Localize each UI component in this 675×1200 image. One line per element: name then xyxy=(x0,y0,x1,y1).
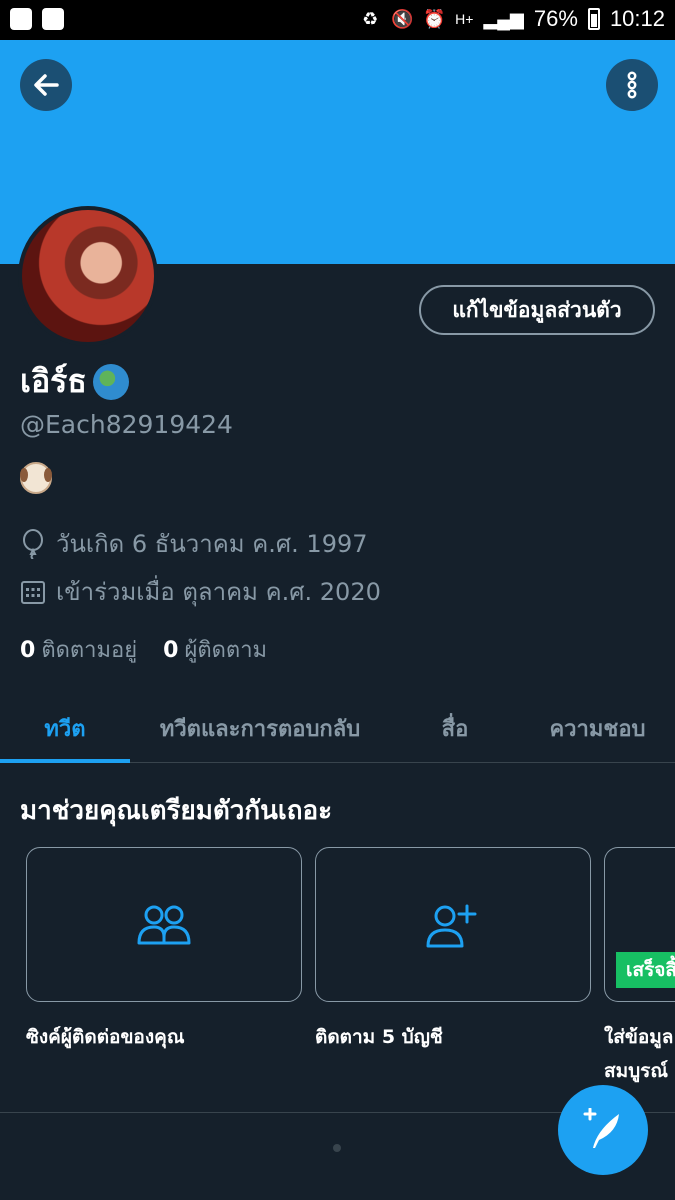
birthday-row: วันเกิด 6 ธันวาคม ค.ศ. 1997 xyxy=(20,524,368,563)
edit-profile-button[interactable]: แก้ไขข้อมูลส่วนตัว xyxy=(419,285,655,335)
follow-stats: 0 ติดตามอยู่ 0 ผู้ติดตาม xyxy=(20,632,267,667)
youtube-icon xyxy=(42,8,64,30)
people-icon xyxy=(137,905,191,944)
joined-row: เข้าร่วมเมื่อ ตุลาคม ค.ศ. 2020 xyxy=(20,572,381,611)
sync-contacts-label: ซิงค์ผู้ติดต่อของคุณ xyxy=(26,1026,185,1048)
alarm-icon: ⏰ xyxy=(422,8,446,29)
mute-icon: 🔇 xyxy=(390,8,414,29)
followers-label: ผู้ติดตาม xyxy=(184,638,268,663)
following-stat[interactable]: 0 ติดตามอยู่ xyxy=(20,632,137,667)
balloon-icon xyxy=(23,528,43,559)
network-type: H+ xyxy=(455,11,474,27)
more-vertical-icon xyxy=(627,71,637,99)
compose-tweet-icon xyxy=(583,1108,619,1148)
onboarding-title: มาช่วยคุณเตรียมตัวกันเถอะ xyxy=(20,796,333,826)
signal-icon: ▂▄▆ xyxy=(483,8,524,29)
following-count: 0 xyxy=(20,638,36,663)
calendar-icon xyxy=(21,580,45,604)
profile-tabs: ทวีต ทวีตและการตอบกลับ สื่อ ความชอบ xyxy=(0,694,675,763)
battery-percent: 76% xyxy=(533,6,578,31)
clock: 10:12 xyxy=(609,6,665,31)
tab-tweets-replies[interactable]: ทวีตและการตอบกลับ xyxy=(140,694,380,762)
add-user-icon xyxy=(426,904,477,947)
tab-likes[interactable]: ความชอบ xyxy=(530,694,665,762)
dog-face-emoji xyxy=(20,462,52,494)
avatar[interactable] xyxy=(18,206,158,346)
back-button[interactable] xyxy=(20,59,72,111)
complete-profile-label: ใส่ข้อมูล xyxy=(604,1026,674,1048)
more-options-button[interactable] xyxy=(606,59,658,111)
display-name: เอิร์ธ xyxy=(20,356,129,407)
complete-profile-label-line2: สมบูรณ์ xyxy=(604,1060,669,1082)
notification-icons xyxy=(10,8,64,30)
user-handle: @Each82919424 xyxy=(20,410,233,439)
arrow-left-icon xyxy=(34,74,59,96)
status-bar: ♻ 🔇 ⏰ H+ ▂▄▆ 76% 10:12 xyxy=(0,0,675,40)
battery-icon xyxy=(587,8,600,30)
tab-tweets[interactable]: ทวีต xyxy=(0,694,130,763)
compose-tweet-button[interactable] xyxy=(558,1085,648,1175)
globe-emoji xyxy=(92,363,129,400)
following-label: ติดตามอยู่ xyxy=(41,638,138,663)
followers-count: 0 xyxy=(163,638,179,663)
birthday-text: วันเกิด 6 ธันวาคม ค.ศ. 1997 xyxy=(56,530,368,558)
follow-accounts-card[interactable] xyxy=(315,847,591,1002)
followers-stat[interactable]: 0 ผู้ติดตาม xyxy=(163,632,267,667)
messenger-icon xyxy=(10,8,32,30)
done-badge: เสร็จสิ้น xyxy=(616,952,675,988)
sync-icon: ♻ xyxy=(362,8,379,29)
display-name-text: เอิร์ธ xyxy=(20,362,87,400)
page-indicator-dot xyxy=(333,1144,341,1152)
follow-accounts-label: ติดตาม 5 บัญชี xyxy=(315,1026,443,1048)
sync-contacts-card[interactable] xyxy=(26,847,302,1002)
tab-media[interactable]: สื่อ xyxy=(400,694,510,762)
done-badge-text: เสร็จสิ้น xyxy=(626,959,675,981)
joined-text: เข้าร่วมเมื่อ ตุลาคม ค.ศ. 2020 xyxy=(56,578,381,606)
